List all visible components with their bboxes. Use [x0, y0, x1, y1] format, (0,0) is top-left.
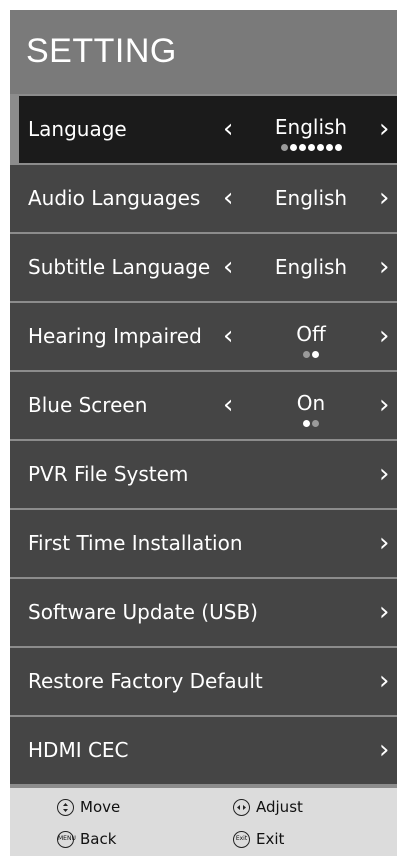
- hint-move-label: Move: [80, 798, 121, 816]
- menu-item-software-update[interactable]: Software Update (USB) ›: [10, 579, 397, 646]
- chevron-left-icon[interactable]: ‹: [223, 372, 233, 439]
- chevron-right-icon[interactable]: ›: [379, 303, 389, 370]
- menu-item-hearing-impaired[interactable]: Hearing Impaired ‹ Off ›: [10, 303, 397, 370]
- menu-item-first-time-installation[interactable]: First Time Installation ›: [10, 510, 397, 577]
- chevron-right-icon[interactable]: ›: [379, 648, 389, 715]
- menu-button-icon: MENU: [57, 831, 76, 848]
- exit-button-icon: Exit: [233, 831, 250, 848]
- menu-item-pvr-file-system[interactable]: PVR File System ›: [10, 441, 397, 508]
- menu-item-audio-languages[interactable]: Audio Languages ‹ English ›: [10, 165, 397, 232]
- chevron-right-icon[interactable]: ›: [379, 165, 389, 232]
- chevron-left-icon[interactable]: ‹: [223, 303, 233, 370]
- option-position-dots: [246, 351, 376, 361]
- chevron-right-icon[interactable]: ›: [379, 510, 389, 577]
- page-title: SETTING: [26, 32, 177, 70]
- menu-item-value: Off: [296, 322, 326, 346]
- menu-item-label: PVR File System: [28, 462, 189, 486]
- menu-item-value: English: [274, 255, 348, 279]
- option-position-dots: [246, 420, 376, 430]
- hint-adjust: Adjust: [233, 797, 303, 817]
- chevron-right-icon[interactable]: ›: [379, 579, 389, 646]
- chevron-left-icon[interactable]: ‹: [223, 165, 233, 232]
- menu-item-value: English: [274, 115, 348, 139]
- menu-item-label: Subtitle Language: [28, 255, 211, 279]
- chevron-right-icon[interactable]: ›: [379, 717, 389, 784]
- settings-panel: SETTING Language ‹ English › Audio Langu…: [10, 10, 397, 856]
- menu-item-label: HDMI CEC: [28, 738, 129, 762]
- menu-item-restore-factory-default[interactable]: Restore Factory Default ›: [10, 648, 397, 715]
- option-position-dots: [246, 144, 376, 154]
- header: SETTING: [10, 10, 397, 94]
- chevron-right-icon[interactable]: ›: [379, 234, 389, 301]
- menu-item-label: Audio Languages: [28, 186, 201, 210]
- menu-item-language[interactable]: Language ‹ English ›: [10, 96, 397, 163]
- updown-icon: [57, 799, 74, 816]
- hint-back: MENU Back: [57, 829, 116, 849]
- menu-item-subtitle-language[interactable]: Subtitle Language ‹ English ›: [10, 234, 397, 301]
- menu-item-hdmi-cec[interactable]: HDMI CEC ›: [10, 717, 397, 784]
- menu-item-label: Blue Screen: [28, 393, 148, 417]
- menu-item-value: English: [274, 186, 348, 210]
- hint-back-label: Back: [80, 830, 117, 848]
- hint-adjust-label: Adjust: [256, 798, 303, 816]
- chevron-left-icon[interactable]: ‹: [223, 234, 233, 301]
- menu-item-label: First Time Installation: [28, 531, 243, 555]
- button-hints: Move Adjust MENU Back Exit Exit: [10, 788, 397, 856]
- chevron-right-icon[interactable]: ›: [379, 372, 389, 439]
- leftright-icon: [233, 799, 250, 816]
- hint-move: Move: [57, 797, 120, 817]
- menu-item-value: On: [296, 391, 326, 415]
- chevron-right-icon[interactable]: ›: [379, 96, 389, 163]
- menu-item-label: Hearing Impaired: [28, 324, 202, 348]
- hint-exit-label: Exit: [256, 830, 285, 848]
- menu-item-blue-screen[interactable]: Blue Screen ‹ On ›: [10, 372, 397, 439]
- chevron-left-icon[interactable]: ‹: [223, 96, 233, 163]
- hint-exit: Exit Exit: [233, 829, 284, 849]
- chevron-right-icon[interactable]: ›: [379, 441, 389, 508]
- menu-item-label: Software Update (USB): [28, 600, 258, 624]
- settings-list: Language ‹ English › Audio Languages ‹ E…: [10, 96, 397, 786]
- menu-item-label: Language: [28, 117, 127, 141]
- menu-item-label: Restore Factory Default: [28, 669, 263, 693]
